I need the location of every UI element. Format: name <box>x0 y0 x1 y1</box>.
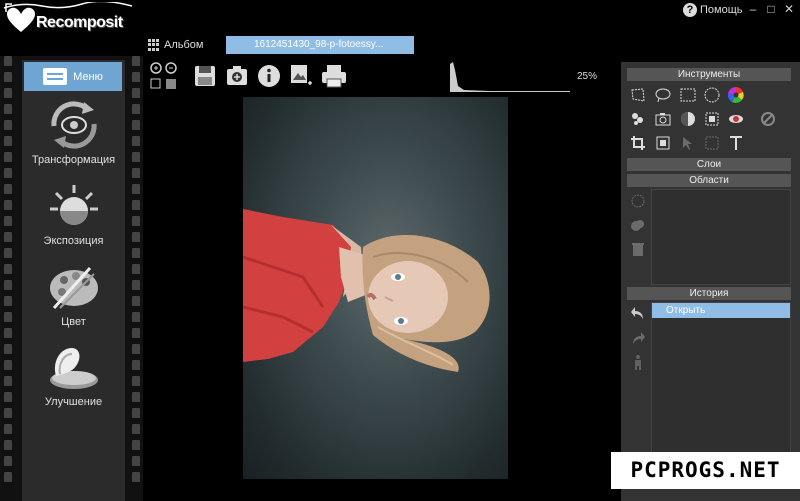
red-eye-icon[interactable] <box>728 111 744 127</box>
tools-header: Инструменты <box>627 68 791 81</box>
histogram-icon <box>450 62 570 92</box>
redo-icon[interactable] <box>630 330 646 346</box>
file-tab[interactable]: 1612451430_98-p-fotoessy... <box>226 36 414 54</box>
album-label: Альбом <box>164 39 204 51</box>
info-icon[interactable] <box>257 63 281 89</box>
sidebar-item-color[interactable]: Цвет <box>22 262 125 328</box>
maximize-button[interactable]: □ <box>764 2 778 16</box>
history-header[interactable]: История <box>627 287 791 300</box>
help-label: Помощь <box>700 4 743 16</box>
sidebar-item-transform[interactable]: Трансформация <box>22 100 125 166</box>
menu-icon <box>43 68 68 85</box>
help-icon: ? <box>683 3 697 17</box>
area-brush-icon[interactable] <box>630 217 646 233</box>
zoom-controls-icon[interactable] <box>148 60 180 92</box>
areas-header[interactable]: Области <box>627 174 791 187</box>
undo-icon[interactable] <box>630 305 646 321</box>
stamp-icon[interactable] <box>704 111 720 127</box>
heart-logo-icon <box>7 7 35 32</box>
ellipse-select-icon[interactable] <box>704 87 720 103</box>
camera-icon[interactable] <box>655 111 671 127</box>
menu-label: Меню <box>73 70 103 83</box>
areas-list[interactable] <box>651 189 791 285</box>
text-tool-icon[interactable] <box>728 135 744 151</box>
logo-text: Recomposit <box>36 14 123 31</box>
polygon-select-icon[interactable] <box>630 87 646 103</box>
trash-icon[interactable] <box>630 241 646 257</box>
menu-button[interactable]: Меню <box>24 62 122 91</box>
frame-icon[interactable] <box>704 135 720 151</box>
export-image-icon[interactable] <box>289 63 313 89</box>
enhance-icon <box>46 342 102 392</box>
zoom-percent: 25% <box>577 71 598 82</box>
transform-icon <box>46 100 102 150</box>
lasso-icon[interactable] <box>655 87 671 103</box>
contrast-icon[interactable] <box>680 111 696 127</box>
color-palette-icon <box>46 262 102 312</box>
film-perforation-left <box>4 56 14 488</box>
area-select-icon[interactable] <box>630 193 646 209</box>
crop-icon[interactable] <box>630 135 646 151</box>
history-figure-icon[interactable] <box>630 354 646 370</box>
watermark-banner: PCPROGS.NET <box>611 452 800 489</box>
film-perforation-right <box>132 56 142 488</box>
history-item[interactable]: Открыть <box>652 303 790 318</box>
app-logo: Recomposit <box>2 2 142 36</box>
add-photo-icon[interactable] <box>225 63 249 89</box>
minimize-button[interactable]: – <box>746 2 760 16</box>
sidebar-item-enhance[interactable]: Улучшение <box>22 342 125 408</box>
magic-wand-icon[interactable] <box>630 111 646 127</box>
color-wheel-icon[interactable] <box>728 87 744 103</box>
exposure-icon <box>46 181 102 231</box>
rect-select-icon[interactable] <box>680 87 696 103</box>
save-icon[interactable] <box>193 63 217 89</box>
pointer-add-icon[interactable] <box>680 135 696 151</box>
close-button[interactable]: ✕ <box>782 2 796 16</box>
sidebar-item-label: Трансформация <box>31 154 116 166</box>
album-button[interactable]: Альбом <box>148 39 203 51</box>
sidebar-item-label: Цвет <box>61 316 86 328</box>
cancel-icon[interactable] <box>760 111 776 127</box>
photo-preview[interactable] <box>243 97 508 479</box>
layers-header[interactable]: Слои <box>627 158 791 171</box>
resize-icon[interactable] <box>655 135 671 151</box>
print-icon[interactable] <box>320 63 348 89</box>
help-button[interactable]: ? Помощь <box>683 3 743 17</box>
sidebar-item-exposure[interactable]: Экспозиция <box>22 181 125 247</box>
sidebar-item-label: Экспозиция <box>43 235 104 247</box>
grid-icon <box>148 39 160 51</box>
sidebar-item-label: Улучшение <box>44 396 103 408</box>
